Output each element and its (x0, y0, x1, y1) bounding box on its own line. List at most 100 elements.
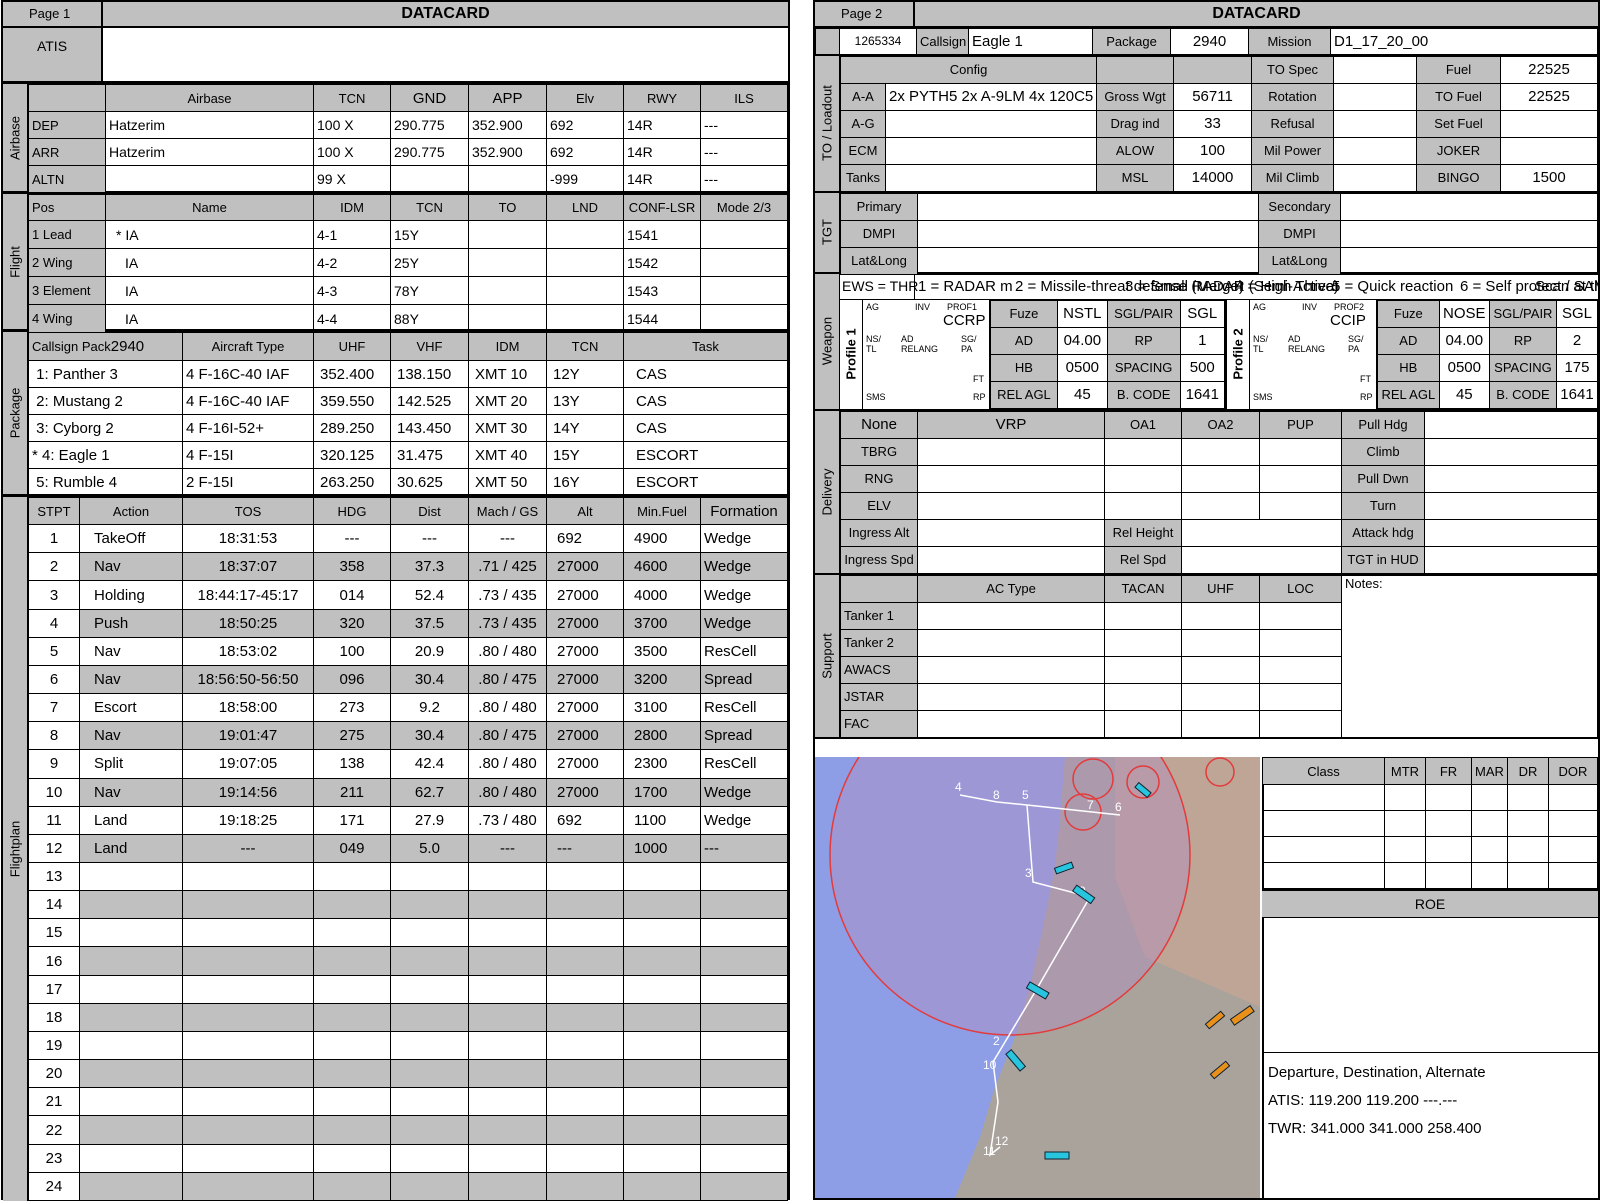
flightplan-cell[interactable] (623, 1030, 701, 1061)
roe-field[interactable] (1262, 918, 1598, 1052)
flightplan-cell[interactable]: 19:18:25 (182, 805, 314, 835)
package-cell[interactable]: 289.250 (313, 414, 391, 442)
delivery-value[interactable] (1104, 437, 1182, 466)
support-value[interactable] (1181, 655, 1260, 684)
flightplan-cell[interactable]: .71 / 425 (468, 552, 547, 582)
to-spec-value[interactable] (1333, 55, 1418, 84)
package-cell[interactable]: 352.400 (313, 360, 391, 388)
flightplan-cell[interactable] (390, 974, 469, 1004)
airbase-cell[interactable]: 692 (546, 111, 624, 139)
airbase-cell[interactable]: 352.900 (468, 111, 547, 139)
flightplan-cell[interactable]: Spread (700, 721, 788, 751)
flightplan-cell[interactable]: TakeOff (79, 524, 183, 554)
flightplan-cell[interactable]: 211 (313, 777, 391, 807)
loadout-value[interactable] (1500, 136, 1598, 165)
loadout-value[interactable] (884, 109, 1098, 138)
package-cell[interactable]: 16Y (546, 468, 624, 496)
flightplan-cell[interactable] (623, 1115, 701, 1145)
delivery-value[interactable] (917, 437, 1105, 466)
package-cell[interactable]: 143.450 (390, 414, 469, 442)
flightplan-cell[interactable]: 27000 (546, 777, 624, 807)
airbase-cell[interactable]: --- (700, 138, 788, 166)
threat-cell[interactable] (1262, 862, 1385, 889)
flightplan-cell[interactable]: Nav (79, 664, 183, 695)
support-value[interactable] (1104, 655, 1182, 684)
profile-value[interactable]: 1641 (1179, 380, 1226, 409)
flightplan-cell[interactable]: ResCell (700, 749, 788, 779)
airbase-cell[interactable] (390, 165, 469, 193)
threat-cell[interactable] (1425, 836, 1472, 863)
package-cell[interactable]: ESCORT (623, 441, 788, 469)
package-cell[interactable]: 4 F-15I (182, 441, 314, 469)
flightplan-cell[interactable] (700, 862, 788, 892)
flightplan-cell[interactable] (79, 1087, 183, 1117)
airbase-cell[interactable]: 290.775 (390, 111, 469, 139)
flightplan-cell[interactable] (390, 1002, 469, 1032)
flightplan-cell[interactable] (546, 862, 624, 892)
package-cell[interactable]: 138.150 (390, 360, 469, 388)
flightplan-cell[interactable]: --- (468, 833, 547, 864)
profile-value[interactable]: SGL (1555, 299, 1599, 328)
profile-value[interactable]: 04.00 (1056, 326, 1108, 355)
flightplan-cell[interactable]: 18:56:50-56:50 (182, 664, 314, 695)
threat-cell[interactable] (1548, 836, 1598, 863)
flightplan-cell[interactable] (623, 918, 701, 948)
flightplan-cell[interactable] (546, 1115, 624, 1145)
flightplan-cell[interactable]: Spread (700, 664, 788, 695)
threat-cell[interactable] (1548, 784, 1598, 811)
delivery-value[interactable] (1424, 437, 1598, 466)
flightplan-cell[interactable]: Escort (79, 693, 183, 723)
flightplan-cell[interactable] (700, 946, 788, 976)
callsign-value[interactable]: Eagle 1 (968, 28, 1093, 55)
delivery-value[interactable] (1424, 545, 1598, 574)
airbase-cell[interactable]: 14R (623, 165, 701, 193)
airbase-cell[interactable]: 100 X (313, 138, 391, 166)
flight-cell[interactable] (700, 220, 788, 249)
package-cell[interactable]: CAS (623, 360, 788, 388)
flightplan-cell[interactable]: 3100 (623, 693, 701, 723)
threat-cell[interactable] (1384, 862, 1426, 889)
support-value[interactable] (1181, 682, 1260, 711)
flightplan-cell[interactable]: 049 (313, 833, 391, 864)
support-value[interactable] (917, 628, 1105, 657)
airbase-cell[interactable] (468, 165, 547, 193)
flight-cell[interactable]: 4-1 (313, 220, 391, 249)
package-value[interactable]: 2940 (1170, 28, 1249, 55)
flight-cell[interactable]: 1541 (623, 220, 701, 249)
flight-cell[interactable]: * IA (105, 220, 314, 249)
loadout-value[interactable]: 56711 (1173, 82, 1253, 111)
flightplan-cell[interactable]: Wedge (700, 608, 788, 638)
loadout-value[interactable] (1333, 163, 1418, 192)
flightplan-cell[interactable] (79, 1115, 183, 1145)
package-cell[interactable]: 359.550 (313, 387, 391, 415)
threat-cell[interactable] (1425, 862, 1472, 889)
flightplan-cell[interactable] (390, 1143, 469, 1173)
flight-cell[interactable]: 78Y (390, 276, 469, 305)
flightplan-cell[interactable]: 320 (313, 608, 391, 638)
flightplan-cell[interactable] (546, 946, 624, 976)
flightplan-cell[interactable]: 27000 (546, 608, 624, 638)
loadout-value[interactable] (1500, 109, 1598, 138)
package-cell[interactable]: ESCORT (623, 468, 788, 496)
flightplan-cell[interactable]: 27000 (546, 552, 624, 582)
package-cell[interactable]: 12Y (546, 360, 624, 388)
flightplan-cell[interactable]: --- (182, 833, 314, 864)
flightplan-cell[interactable]: 138 (313, 749, 391, 779)
flightplan-cell[interactable] (700, 1002, 788, 1032)
support-value[interactable] (1259, 709, 1342, 738)
flight-cell[interactable] (700, 248, 788, 277)
threat-cell[interactable] (1384, 784, 1426, 811)
flightplan-cell[interactable]: 1100 (623, 805, 701, 835)
package-cell[interactable]: CAS (623, 387, 788, 415)
package-cell[interactable]: 263.250 (313, 468, 391, 496)
flightplan-cell[interactable] (182, 862, 314, 892)
flightplan-cell[interactable]: .73 / 435 (468, 608, 547, 638)
flightplan-cell[interactable] (313, 862, 391, 892)
flightplan-cell[interactable] (390, 1087, 469, 1117)
airbase-cell[interactable] (105, 165, 314, 193)
profile-value[interactable]: 0500 (1056, 353, 1108, 382)
flight-cell[interactable]: 1542 (623, 248, 701, 277)
flightplan-cell[interactable]: 27000 (546, 664, 624, 695)
fuel-value[interactable]: 22525 (1500, 55, 1598, 84)
airbase-cell[interactable]: 14R (623, 138, 701, 166)
